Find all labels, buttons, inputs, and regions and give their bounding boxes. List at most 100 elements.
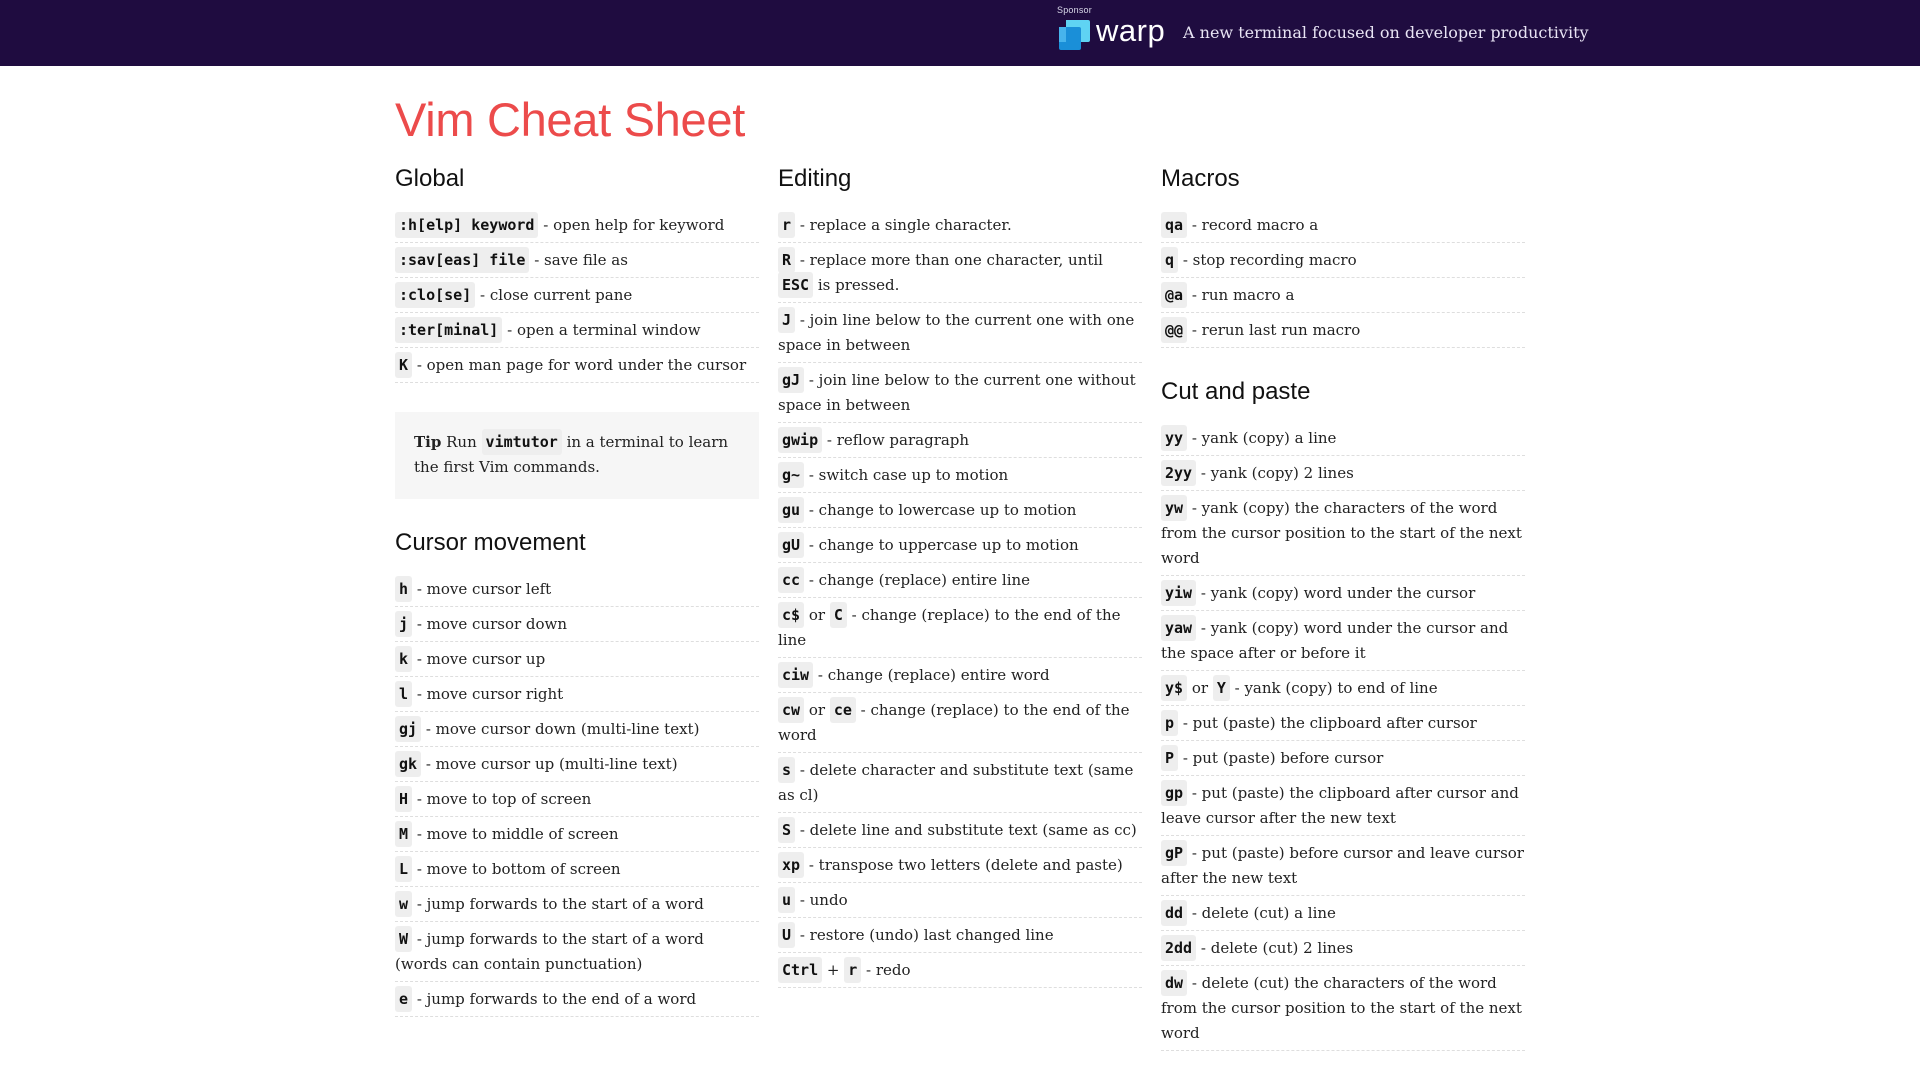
entry-text: - change (replace) entire word <box>817 666 1050 684</box>
command-entry: U - restore (undo) last changed line <box>778 918 1142 953</box>
key-combo: P <box>1161 745 1179 771</box>
key-combo: M <box>395 821 413 847</box>
entry-text: - yank (copy) word under the cursor <box>1200 584 1476 602</box>
command-entry: k - move cursor up <box>395 642 759 677</box>
tip-box: Tip Run vimtutor in a terminal to learn … <box>395 412 759 499</box>
command-entry: Ctrl + r - redo <box>778 953 1142 988</box>
key-combo: :ter[minal] <box>395 317 503 343</box>
key-combo: vimtutor <box>481 429 562 455</box>
command-entry: cw or ce - change (replace) to the end o… <box>778 693 1142 753</box>
column-1: Global:h[elp] keyword - open help for ke… <box>395 160 759 1017</box>
key-combo: yy <box>1161 425 1188 451</box>
key-combo: :clo[se] <box>395 282 476 308</box>
key-combo: @@ <box>1161 317 1188 343</box>
key-combo: g~ <box>778 462 805 488</box>
section-title: Macros <box>1161 165 1240 192</box>
entry-text: - delete (cut) the characters of the wor… <box>1161 974 1522 1042</box>
command-entry: P - put (paste) before cursor <box>1161 741 1525 776</box>
key-combo: gwip <box>778 427 823 453</box>
key-combo: k <box>395 646 413 672</box>
key-combo: w <box>395 891 413 917</box>
entry-text: - move cursor left <box>416 580 552 598</box>
entry-text: - change to lowercase up to motion <box>808 501 1077 519</box>
entry-text: - run macro a <box>1191 286 1295 304</box>
entry-text: - replace a single character. <box>799 216 1012 234</box>
command-entry: c$ or C - change (replace) to the end of… <box>778 598 1142 658</box>
command-entry: g~ - switch case up to motion <box>778 458 1142 493</box>
key-combo: c$ <box>778 602 805 628</box>
command-entry: q - stop recording macro <box>1161 243 1525 278</box>
key-combo: C <box>829 602 847 628</box>
key-combo: gp <box>1161 780 1188 806</box>
command-list: h - move cursor left j - move cursor down… <box>395 572 759 1017</box>
entry-text: - move cursor up <box>416 650 546 668</box>
key-combo: S <box>778 817 796 843</box>
command-entry: gp - put (paste) the clipboard after cur… <box>1161 776 1525 836</box>
key-combo: dw <box>1161 970 1188 996</box>
command-entry: p - put (paste) the clipboard after curs… <box>1161 706 1525 741</box>
entry-text: - move cursor up (multi-line text) <box>425 755 678 773</box>
key-combo: e <box>395 986 413 1012</box>
key-combo: xp <box>778 852 805 878</box>
key-combo: qa <box>1161 212 1188 238</box>
entry-text: - redo <box>866 961 911 979</box>
tip-label: Tip <box>414 433 442 451</box>
section-global: Global:h[elp] keyword - open help for ke… <box>395 165 759 383</box>
sponsor-link[interactable]: Sponsor warp A new terminal focused on d… <box>1057 5 1589 61</box>
key-combo: 2yy <box>1161 460 1197 486</box>
column-3: Macros qa - record macro aq - stop record… <box>1161 160 1525 1051</box>
entry-text: - reflow paragraph <box>826 431 970 449</box>
sponsor-tagline: A new terminal focused on developer prod… <box>1183 23 1589 42</box>
command-entry: dd - delete (cut) a line <box>1161 896 1525 931</box>
key-combo: K <box>395 352 413 378</box>
command-entry: gwip - reflow paragraph <box>778 423 1142 458</box>
entry-text: - record macro a <box>1191 216 1319 234</box>
column-2: Editing r - replace a single character. R … <box>778 160 1142 988</box>
entry-text: - move to middle of screen <box>416 825 619 843</box>
command-entry: L - move to bottom of screen <box>395 852 759 887</box>
command-entry: qa - record macro a <box>1161 208 1525 243</box>
command-entry: l - move cursor right <box>395 677 759 712</box>
command-entry: H - move to top of screen <box>395 782 759 817</box>
command-entry: yy - yank (copy) a line <box>1161 421 1525 456</box>
command-entry: xp - transpose two letters (delete and p… <box>778 848 1142 883</box>
key-combo: yaw <box>1161 615 1197 641</box>
key-combo: :sav[eas] file <box>395 247 530 273</box>
entry-text: - delete (cut) 2 lines <box>1200 939 1354 957</box>
command-list: r - replace a single character. R - repla… <box>778 208 1142 988</box>
command-entry: @a - run macro a <box>1161 278 1525 313</box>
entry-text: - move cursor down <box>416 615 568 633</box>
entry-text: - move to top of screen <box>416 790 592 808</box>
key-combo: p <box>1161 710 1179 736</box>
entry-text: - yank (copy) word under the cursor and … <box>1161 619 1509 662</box>
key-combo: L <box>395 856 413 882</box>
section-cursor-movement: Cursor movement h - move cursor left j - m… <box>395 529 759 1017</box>
entry-text: - join line below to the current one wit… <box>778 371 1136 414</box>
entry-text: - move cursor down (multi-line text) <box>425 720 700 738</box>
warp-logo-icon <box>1057 20 1090 50</box>
command-entry: :sav[eas] file - save file as <box>395 243 759 278</box>
command-entry: @@ - rerun last run macro <box>1161 313 1525 348</box>
command-entry: W - jump forwards to the start of a word… <box>395 922 759 982</box>
entry-text: - jump forwards to the start of a word <box>416 895 704 913</box>
entry-text: - move cursor right <box>416 685 564 703</box>
key-combo: gk <box>395 751 422 777</box>
command-entry: :ter[minal] - open a terminal window <box>395 313 759 348</box>
command-entry: e - jump forwards to the end of a word <box>395 982 759 1017</box>
section-editing: Editing r - replace a single character. R … <box>778 165 1142 988</box>
entry-text: - close current pane <box>480 286 633 304</box>
entry-text: - rerun last run macro <box>1191 321 1361 339</box>
entry-text: is pressed. <box>817 276 900 294</box>
section-title: Global <box>395 165 465 192</box>
key-combo: Ctrl <box>778 957 823 983</box>
key-combo: cw <box>778 697 805 723</box>
entry-text: - open man page for word under the curso… <box>416 356 747 374</box>
sponsor-label: Sponsor <box>1057 5 1092 15</box>
key-combo: 2dd <box>1161 935 1197 961</box>
entry-text: - stop recording macro <box>1182 251 1357 269</box>
key-combo: yw <box>1161 495 1188 521</box>
key-combo: j <box>395 611 413 637</box>
command-entry: s - delete character and substitute text… <box>778 753 1142 813</box>
sponsor-bar: Sponsor warp A new terminal focused on d… <box>0 0 1920 66</box>
command-entry: 2yy - yank (copy) 2 lines <box>1161 456 1525 491</box>
